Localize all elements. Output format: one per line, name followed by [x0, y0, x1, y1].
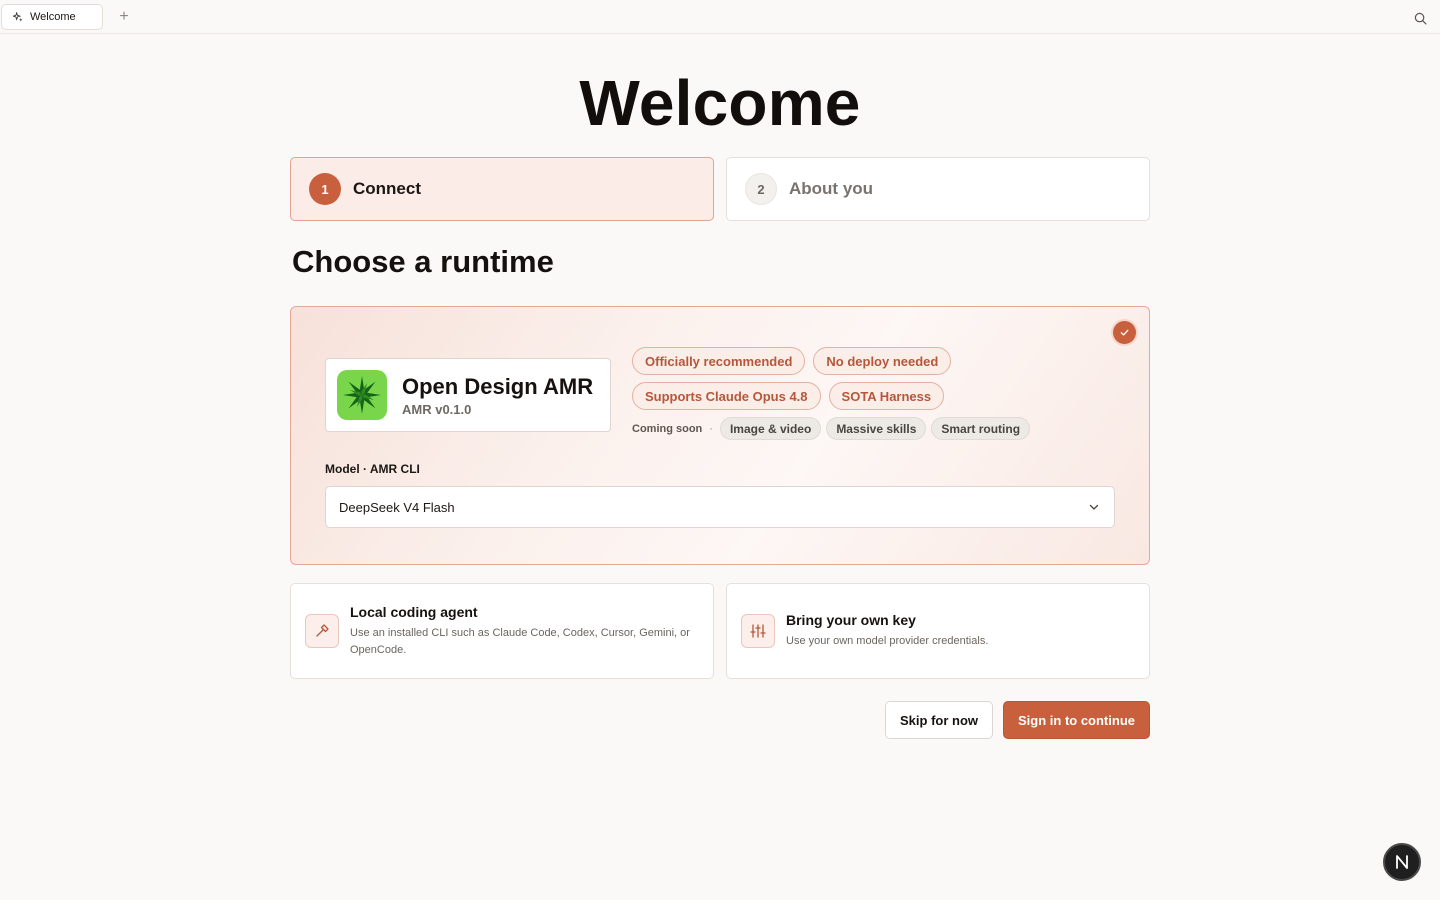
- chip-image-video: Image & video: [719, 417, 822, 440]
- skip-button[interactable]: Skip for now: [885, 701, 993, 739]
- sign-in-button[interactable]: Sign in to continue: [1003, 701, 1150, 739]
- tab-label: Welcome: [30, 11, 76, 23]
- badge-supports-claude-opus: Supports Claude Opus 4.8: [632, 382, 821, 410]
- green-starburst-logo: [337, 370, 387, 420]
- model-select[interactable]: DeepSeek V4 Flash: [325, 486, 1115, 528]
- feature-badges: Officially recommended No deploy needed …: [632, 347, 1032, 440]
- chip-massive-skills: Massive skills: [826, 417, 927, 440]
- hammer-icon: [305, 614, 339, 648]
- sparkles-icon: [13, 11, 24, 23]
- tab-welcome[interactable]: Welcome: [1, 4, 103, 30]
- product-header: Open Design AMR AMR v0.1.0: [325, 358, 611, 432]
- sliders-icon: [741, 614, 775, 648]
- page-title: Welcome: [579, 67, 861, 139]
- badge-no-deploy-needed: No deploy needed: [813, 347, 952, 375]
- coming-soon-label: Coming soon: [632, 422, 703, 435]
- option-title: Local coding agent: [350, 604, 478, 620]
- check-icon: [1113, 321, 1136, 344]
- coming-soon-separator: ·: [709, 422, 713, 435]
- option-description: Use an installed CLI such as Claude Code…: [350, 627, 690, 656]
- model-label: Model · AMR CLI: [325, 462, 420, 476]
- option-description: Use your own model provider credentials.: [786, 635, 989, 647]
- step-label: About you: [789, 179, 874, 198]
- badge-sota-harness: SOTA Harness: [828, 382, 945, 410]
- step-number: 2: [745, 173, 777, 205]
- step-connect[interactable]: 1 Connect: [290, 157, 714, 221]
- product-name: Open Design AMR: [402, 373, 594, 399]
- chevron-down-icon: [1088, 501, 1100, 513]
- coming-soon-row: Coming soon · Image & video Massive skil…: [632, 417, 1032, 440]
- tab-bar: Welcome +: [0, 0, 1440, 34]
- step-number: 1: [309, 173, 341, 205]
- product-version: AMR v0.1.0: [402, 401, 472, 417]
- option-title: Bring your own key: [786, 612, 916, 628]
- badge-officially-recommended: Officially recommended: [632, 347, 806, 375]
- option-local-coding-agent[interactable]: Local coding agent Use an installed CLI …: [290, 583, 714, 679]
- section-title: Choose a runtime: [292, 244, 554, 279]
- step-about-you[interactable]: 2 About you: [726, 157, 1150, 221]
- search-icon[interactable]: [1412, 10, 1428, 26]
- new-tab-button[interactable]: +: [116, 9, 132, 25]
- model-select-value: DeepSeek V4 Flash: [339, 499, 455, 515]
- n-logo-icon[interactable]: [1383, 843, 1421, 881]
- runtime-card-open-design-amr[interactable]: Open Design AMR AMR v0.1.0 Officially re…: [290, 306, 1150, 565]
- step-label: Connect: [353, 179, 421, 198]
- option-bring-your-own-key[interactable]: Bring your own key Use your own model pr…: [726, 583, 1150, 679]
- chip-smart-routing: Smart routing: [931, 417, 1031, 440]
